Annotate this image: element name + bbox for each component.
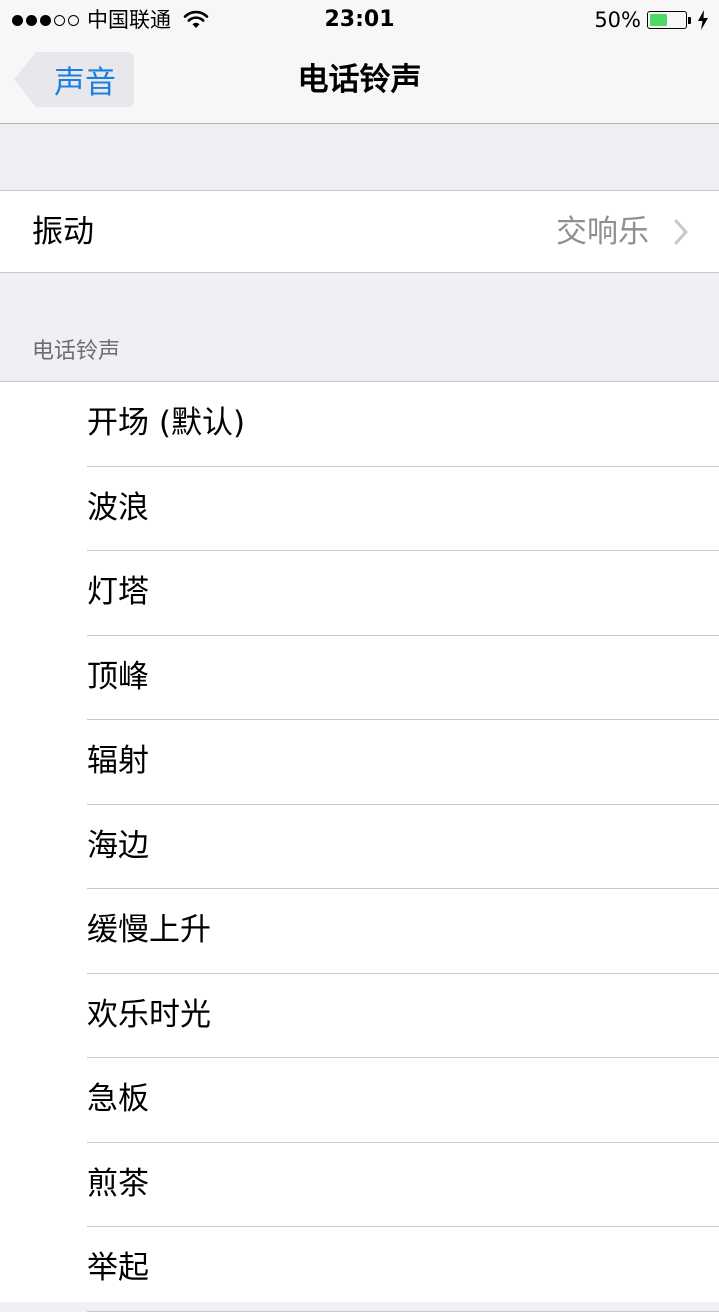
ringtone-row[interactable]: 煎茶 (0, 1143, 719, 1227)
status-bar: 中国联通 23:01 50% (0, 0, 719, 40)
battery-fill (650, 14, 667, 26)
battery-cap (688, 16, 691, 24)
vibration-row[interactable]: 振动 交响乐 (0, 190, 719, 273)
ringtone-label: 举起 (87, 1250, 149, 1286)
row-separator (87, 1310, 719, 1312)
ringtone-row[interactable]: 顶峰 (0, 636, 719, 720)
vibration-value: 交响乐 (556, 214, 649, 250)
ringtone-label: 海边 (87, 827, 149, 864)
ringtone-row[interactable]: 辐射 (0, 720, 719, 805)
ringtone-row[interactable]: 欢乐时光 (0, 974, 719, 1058)
battery-percent: 50% (594, 8, 641, 32)
ringtone-label: 辐射 (87, 743, 149, 779)
page-title: 电话铃声 (297, 62, 422, 98)
status-right: 50% (594, 6, 709, 34)
ringtone-label: 欢乐时光 (87, 996, 211, 1033)
ringtone-label: 顶峰 (87, 658, 149, 695)
chevron-right-icon (674, 219, 688, 245)
ringtone-row[interactable]: 海边 (0, 805, 719, 889)
ringtone-row[interactable]: 波浪 (0, 467, 719, 551)
ringtone-row[interactable]: 缓慢上升 (0, 889, 719, 974)
ringtone-row[interactable]: 急板 (0, 1058, 719, 1143)
ringtone-label: 灯塔 (87, 574, 149, 610)
vibration-label: 振动 (32, 214, 94, 250)
bolt-icon (698, 10, 708, 30)
battery-icon (647, 11, 687, 29)
ringtone-label: 波浪 (87, 489, 149, 526)
ringtone-row[interactable]: 灯塔 (0, 551, 719, 636)
ringtone-label: 煎茶 (87, 1165, 149, 1202)
ringtone-label: 开场 (默认) (87, 405, 246, 441)
ringtone-row[interactable]: 开场 (默认) (0, 382, 719, 467)
ringtone-label: 缓慢上升 (87, 912, 211, 948)
navigation-bar: 声音 电话铃声 (0, 40, 719, 124)
ringtone-list: 开场 (默认) 波浪灯塔顶峰辐射海边缓慢上升欢乐时光急板煎茶举起 (0, 381, 719, 1312)
ringtone-row[interactable]: 举起 (0, 1227, 719, 1312)
ringtone-label: 急板 (87, 1081, 149, 1117)
section-header: 电话铃声 (32, 339, 121, 364)
